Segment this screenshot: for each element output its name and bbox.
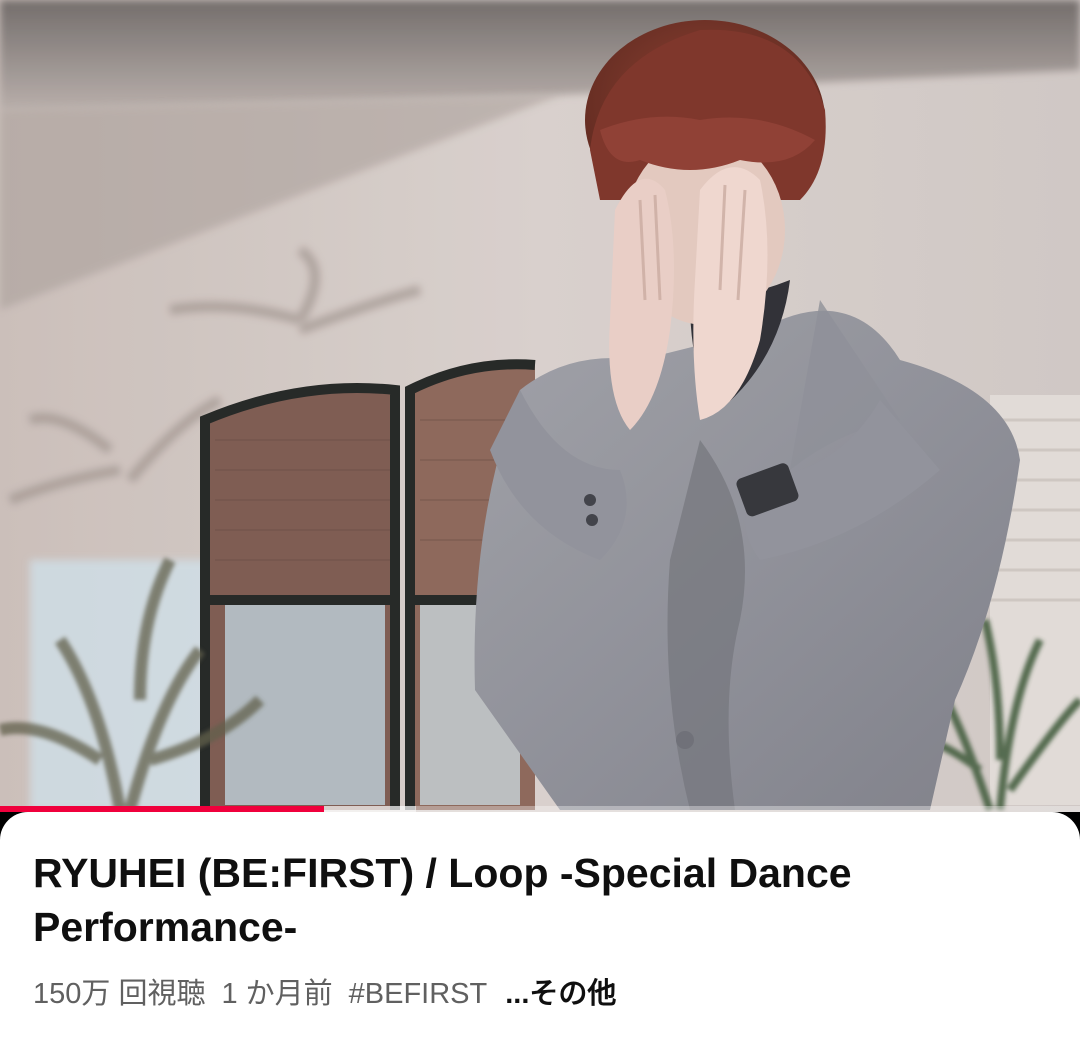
upload-age: 1 か月前 [221,978,333,1010]
video-player[interactable] [0,0,1080,812]
video-info-panel: RYUHEI (BE:FIRST) / Loop -Special Dance … [0,812,1080,1040]
app-screen: RYUHEI (BE:FIRST) / Loop -Special Dance … [0,0,1080,1040]
video-metadata[interactable]: 150万 回視聴 1 か月前 #BEFIRST ...その他 [33,976,632,1012]
view-count: 150万 回視聴 [33,978,206,1010]
video-frame [0,0,1080,812]
video-title[interactable]: RYUHEI (BE:FIRST) / Loop -Special Dance … [33,846,933,954]
more-description-button[interactable]: ...その他 [505,976,616,1012]
hashtag-link[interactable]: #BEFIRST [349,976,488,1012]
